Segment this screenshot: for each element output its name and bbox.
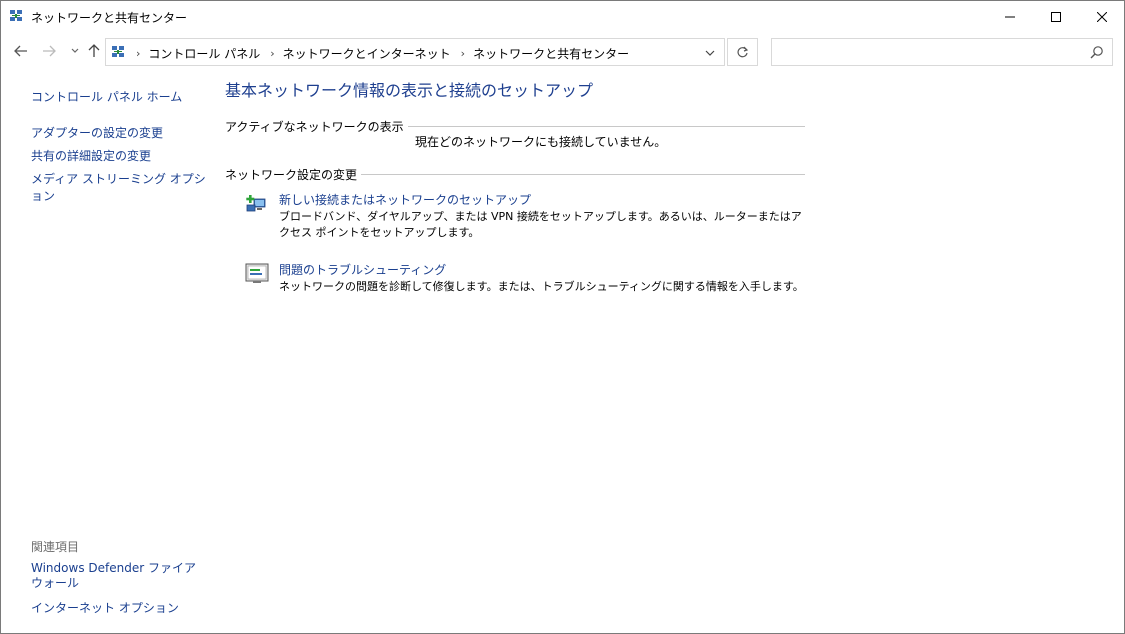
minimize-button[interactable] [987, 1, 1033, 32]
breadcrumb-network-internet[interactable]: ネットワークとインターネット [283, 45, 451, 62]
related-heading: 関連項目 [31, 540, 80, 554]
forward-button[interactable] [39, 41, 59, 61]
address-history-button[interactable] [700, 43, 720, 63]
change-network-settings-section: ネットワーク設定の変更 [225, 166, 805, 183]
arrow-left-icon [14, 45, 27, 57]
active-networks-section: アクティブなネットワークの表示 [225, 118, 805, 135]
up-button[interactable] [84, 41, 104, 61]
no-connection-message: 現在どのネットワークにも接続していません。 [415, 135, 667, 149]
change-adapter-settings-link[interactable]: アダプターの設定の変更 [31, 124, 163, 141]
arrow-up-icon [88, 44, 100, 57]
troubleshoot-description: ネットワークの問題を診断して修復します。または、トラブルシューティングに関する情… [279, 280, 804, 293]
search-input[interactable] [771, 38, 1113, 66]
window-title: ネットワークと共有センター [31, 11, 188, 25]
page-title: 基本ネットワーク情報の表示と接続のセットアップ [225, 81, 594, 100]
windows-defender-firewall-link[interactable]: Windows Defender ファイアウォール [31, 561, 201, 591]
chevron-down-icon [71, 48, 79, 53]
new-connection-description: ブロードバンド、ダイヤルアップ、または VPN 接続をセットアップします。あるい… [279, 210, 802, 239]
task-new-connection: 新しい接続またはネットワークのセットアップ ブロードバンド、ダイヤルアップ、また… [245, 191, 815, 241]
title-bar: ネットワークと共有センター [1, 1, 1124, 32]
section-label: アクティブなネットワークの表示 [225, 118, 408, 135]
search-icon [1090, 45, 1104, 59]
arrow-right-icon [43, 45, 56, 57]
troubleshoot-icon [245, 261, 269, 285]
recent-locations-button[interactable] [65, 41, 85, 61]
network-center-icon [111, 45, 125, 59]
new-connection-icon [245, 191, 269, 215]
back-button[interactable] [11, 41, 31, 61]
close-button[interactable] [1079, 1, 1125, 32]
refresh-icon [737, 46, 749, 57]
address-bar[interactable]: › コントロール パネル › ネットワークとインターネット › ネットワークと共… [105, 38, 725, 66]
internet-options-link[interactable]: インターネット オプション [31, 599, 179, 616]
breadcrumb-network-center[interactable]: ネットワークと共有センター [473, 45, 629, 62]
advanced-sharing-settings-link[interactable]: 共有の詳細設定の変更 [31, 147, 151, 164]
section-label: ネットワーク設定の変更 [225, 166, 362, 183]
left-pane: コントロール パネル ホーム アダプターの設定の変更 共有の詳細設定の変更 メデ… [1, 71, 211, 631]
breadcrumb-control-panel[interactable]: コントロール パネル [148, 45, 260, 62]
network-center-icon [9, 9, 23, 23]
media-streaming-options-link[interactable]: メディア ストリーミング オプション [31, 170, 211, 204]
navigation-bar: › コントロール パネル › ネットワークとインターネット › ネットワークと共… [1, 36, 1124, 68]
task-troubleshoot: 問題のトラブルシューティング ネットワークの問題を診断して修復します。または、ト… [245, 261, 815, 301]
chevron-right-icon: › [136, 47, 141, 60]
breadcrumb: › コントロール パネル › ネットワークとインターネット › ネットワークと共… [132, 45, 629, 62]
troubleshoot-link[interactable]: 問題のトラブルシューティング [279, 261, 446, 278]
refresh-button[interactable] [727, 38, 758, 66]
chevron-right-icon[interactable]: › [270, 47, 274, 60]
control-panel-home-link[interactable]: コントロール パネル ホーム [31, 88, 182, 105]
new-connection-link[interactable]: 新しい接続またはネットワークのセットアップ [279, 191, 531, 208]
window: ネットワークと共有センター › コントロール パネル › ネットワークとインター… [0, 0, 1125, 634]
chevron-right-icon[interactable]: › [461, 47, 465, 60]
chevron-down-icon [705, 50, 715, 56]
maximize-button[interactable] [1033, 1, 1079, 32]
